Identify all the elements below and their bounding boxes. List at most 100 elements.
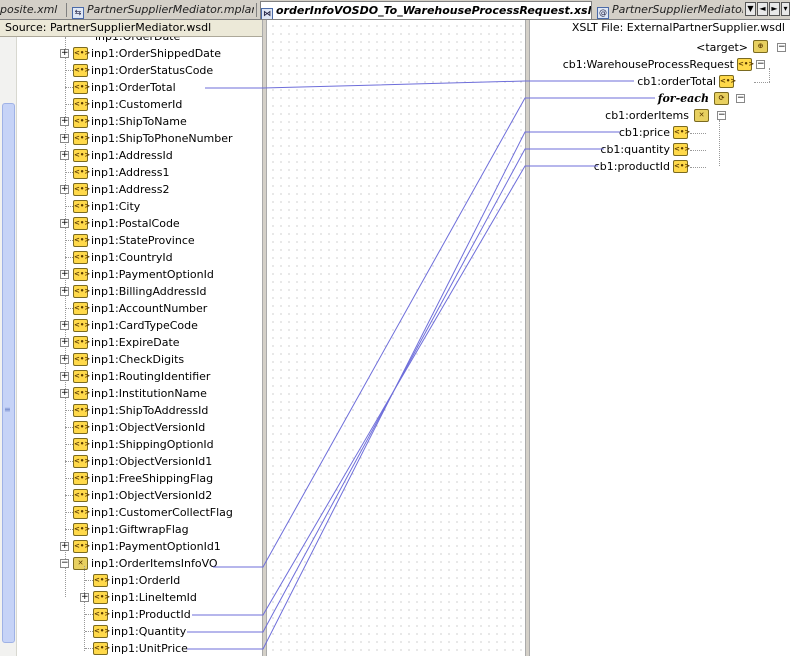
source-tree-row[interactable]: <•> inp1:Address1	[17, 164, 262, 181]
expand-node-icon[interactable]: +	[60, 185, 69, 194]
collapse-target-root-icon[interactable]: −	[777, 43, 786, 52]
source-tree-row[interactable]: + <•> inp1:LineItemId	[17, 589, 262, 606]
target-node-price[interactable]: cb1:price <•>	[530, 124, 790, 141]
source-tree-row[interactable]: + <•> inp1:PaymentOptionId1	[17, 538, 262, 555]
source-tree-row[interactable]: <•> inp1:StateProvince	[17, 232, 262, 249]
tree-connector	[65, 427, 73, 428]
expand-node-icon[interactable]: +	[60, 372, 69, 381]
target-node-for-each[interactable]: for-each ⟳ −	[530, 90, 790, 107]
expand-node-icon[interactable]: +	[60, 355, 69, 364]
source-tree-row[interactable]: <•> inp1:ObjectVersionId1	[17, 453, 262, 470]
tab-mediator-wsdl[interactable]: @PartnerSupplierMediator.w	[597, 1, 743, 19]
scroll-tabs-right-icon[interactable]: ►	[769, 2, 780, 16]
expand-node-icon[interactable]: +	[60, 287, 69, 296]
source-tree-row[interactable]: + <•> inp1:PaymentOptionId	[17, 266, 262, 283]
tab-mediator-mplan[interactable]: ⇆ PartnerSupplierMediator.mplan	[72, 1, 254, 19]
tab-list-dropdown-icon[interactable]: ▼	[745, 2, 756, 16]
scrollbar-thumb[interactable]	[2, 103, 15, 643]
tab-composite-xml[interactable]: posite.xml	[0, 1, 64, 19]
target-node-warehouse-request[interactable]: cb1:WarehouseProcessRequest <•> −	[530, 56, 790, 73]
element-icon: <•>	[673, 160, 690, 173]
collapse-for-each-icon[interactable]: −	[736, 94, 745, 103]
xsl-file-icon: ⋈	[261, 8, 273, 19]
source-tree-row[interactable]: <•> inp1:ObjectVersionId	[17, 419, 262, 436]
source-tree-row[interactable]: + <•> inp1:OrderShippedDate	[17, 45, 262, 62]
expand-node-icon[interactable]: +	[60, 117, 69, 126]
expand-node-icon[interactable]: +	[60, 219, 69, 228]
element-icon: <•>	[73, 217, 90, 230]
expand-node-icon[interactable]: +	[60, 134, 69, 143]
source-tree-row[interactable]: <•> inp1:CustomerCollectFlag	[17, 504, 262, 521]
target-node-product-id[interactable]: cb1:productId <•>	[530, 158, 790, 175]
collapse-request-icon[interactable]: −	[756, 60, 765, 69]
scroll-tabs-left-icon[interactable]: ◄	[757, 2, 768, 16]
expand-node-icon[interactable]: +	[60, 49, 69, 58]
source-tree-row[interactable]: + <•> inp1:BillingAddressId	[17, 283, 262, 300]
source-tree-row[interactable]: + <•> inp1:InstitutionName	[17, 385, 262, 402]
collapse-node-icon[interactable]: −	[60, 559, 69, 568]
editor-tab-bar: posite.xml ⇆ PartnerSupplierMediator.mpla…	[0, 0, 790, 20]
source-tree-row[interactable]: <•> inp1:OrderId	[17, 572, 262, 589]
source-tree-row[interactable]: <•> inp1:CustomerId	[17, 96, 262, 113]
source-vertical-scrollbar[interactable]: ≡	[0, 37, 17, 656]
source-tree-row[interactable]: <•> inp1:OrderTotal	[17, 79, 262, 96]
source-tree-row[interactable]: <•> inp1:City	[17, 198, 262, 215]
expand-node-icon[interactable]: +	[60, 270, 69, 279]
source-node-label: inp1:City	[91, 200, 141, 213]
element-icon: <•>	[73, 472, 90, 485]
source-tree-row[interactable]: + <•> inp1:ShipToName	[17, 113, 262, 130]
source-node-label: inp1:AccountNumber	[91, 302, 208, 315]
element-icon: <•>	[73, 404, 90, 417]
source-node-label: inp1:CheckDigits	[91, 353, 185, 366]
source-tree-row[interactable]: <•> inp1:ShipToAddressId	[17, 402, 262, 419]
source-tree-row[interactable]: <•> inp1:ShippingOptionId	[17, 436, 262, 453]
source-panel-header: Source: PartnerSupplierMediator.wsdl	[0, 20, 262, 37]
source-tree-row[interactable]: <•> inp1:Quantity	[17, 623, 262, 640]
expand-node-icon[interactable]: +	[60, 542, 69, 551]
source-tree-row-partial[interactable]: inp1:OrderDate	[17, 37, 262, 45]
expand-node-icon[interactable]: +	[60, 151, 69, 160]
source-tree-row[interactable]: − ✕ inp1:OrderItemsInfoVO	[17, 555, 262, 572]
mediator-icon: ⇆	[72, 7, 84, 19]
expand-node-icon[interactable]: +	[60, 338, 69, 347]
element-icon: <•>	[73, 200, 90, 213]
source-tree-row[interactable]: + <•> inp1:AddressId	[17, 147, 262, 164]
source-tree-row[interactable]: + <•> inp1:RoutingIdentifier	[17, 368, 262, 385]
target-root-node[interactable]: <target> ⊕ −	[530, 39, 790, 56]
source-tree-row[interactable]: <•> inp1:OrderStatusCode	[17, 62, 262, 79]
mapping-canvas[interactable]	[267, 20, 525, 656]
source-tree-row[interactable]: + <•> inp1:CardTypeCode	[17, 317, 262, 334]
source-tree-row[interactable]: + <•> inp1:ExpireDate	[17, 334, 262, 351]
target-node-order-items[interactable]: cb1:orderItems ✕ −	[530, 107, 790, 124]
source-tree-row[interactable]: <•> inp1:ProductId	[17, 606, 262, 623]
source-tree-row[interactable]: <•> inp1:ObjectVersionId2	[17, 487, 262, 504]
source-tree-row[interactable]: <•> inp1:CountryId	[17, 249, 262, 266]
tree-connector	[690, 133, 706, 134]
target-node-order-total[interactable]: cb1:orderTotal <•>	[530, 73, 790, 90]
source-tree-row[interactable]: + <•> inp1:ShipToPhoneNumber	[17, 130, 262, 147]
element-icon: <•>	[73, 506, 90, 519]
element-icon: <•>	[73, 166, 90, 179]
element-icon: <•>	[719, 75, 736, 88]
target-node-quantity[interactable]: cb1:quantity <•>	[530, 141, 790, 158]
source-node-label: inp1:FreeShippingFlag	[91, 472, 214, 485]
source-tree-row[interactable]: <•> inp1:AccountNumber	[17, 300, 262, 317]
source-node-label: inp1:BillingAddressId	[91, 285, 207, 298]
collapse-order-items-icon[interactable]: −	[717, 111, 726, 120]
tree-connector	[65, 410, 73, 411]
element-icon: <•>	[73, 387, 90, 400]
source-tree-row[interactable]: + <•> inp1:CheckDigits	[17, 351, 262, 368]
expand-node-icon[interactable]: +	[60, 321, 69, 330]
source-tree-row[interactable]: + <•> inp1:PostalCode	[17, 215, 262, 232]
source-node-label: inp1:OrderTotal	[91, 81, 176, 94]
source-tree-row[interactable]: <•> inp1:FreeShippingFlag	[17, 470, 262, 487]
tab-xsl-map[interactable]: ⋈ orderInfoVOSDO_To_WarehouseProcessReque…	[260, 1, 592, 19]
element-icon: <•>	[73, 183, 90, 196]
expand-node-icon[interactable]: +	[60, 389, 69, 398]
source-tree-row[interactable]: <•> inp1:GiftwrapFlag	[17, 521, 262, 538]
tab-menu-icon[interactable]: ▾	[781, 2, 790, 16]
source-node-label: inp1:AddressId	[91, 149, 173, 162]
source-tree-row[interactable]: <•> inp1:UnitPrice	[17, 640, 262, 656]
source-tree-row[interactable]: + <•> inp1:Address2	[17, 181, 262, 198]
expand-node-icon[interactable]: +	[80, 593, 89, 602]
